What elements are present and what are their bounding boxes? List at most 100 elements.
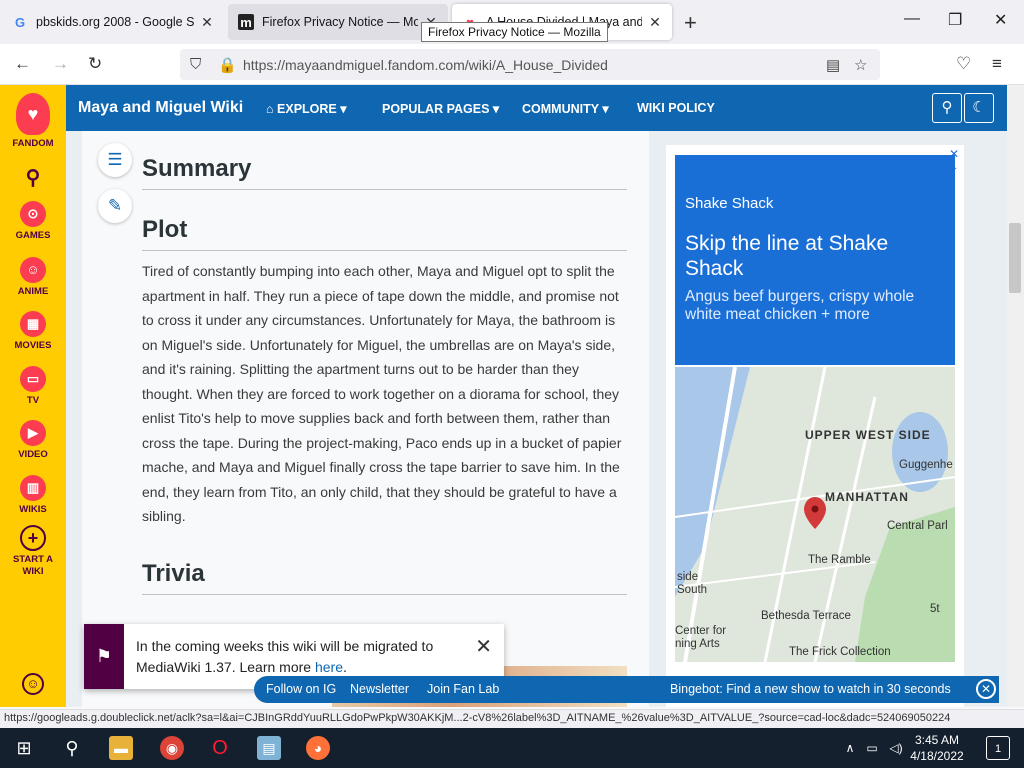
map-label: The Ramble [808, 554, 871, 566]
rail-label: TV [26, 395, 40, 406]
rail-label: MOVIES [14, 340, 52, 351]
bookmark-star-icon[interactable]: ☆ [854, 56, 867, 74]
chevron-down-icon: ▾ [602, 102, 609, 116]
tab-google-search[interactable]: G pbskids.org 2008 - Google Search ✕ [2, 4, 224, 40]
taskbar-clock[interactable]: 3:45 AM 4/18/2022 [905, 732, 969, 764]
tab-firefox-privacy[interactable]: m Firefox Privacy Notice — Mozilla ✕ [228, 4, 448, 40]
windows-start-icon[interactable]: ⊞ [12, 736, 36, 760]
minimize-button[interactable]: — [904, 10, 920, 28]
movies-icon: ▦ [20, 311, 46, 337]
reader-view-icon[interactable]: ▤ [826, 56, 840, 74]
ad-subtext: Angus beef burgers, crispy whole white m… [685, 288, 915, 323]
wiki-header: Maya and Miguel Wiki ⌂ EXPLORE ▾ POPULAR… [66, 85, 1007, 131]
rail-anime[interactable]: ☺ ANIME [0, 257, 66, 297]
shield-icon[interactable]: ⛉ [190, 56, 201, 73]
rail-search[interactable]: ⚲ [0, 165, 66, 194]
theme-toggle-button[interactable]: ☾ [964, 93, 994, 123]
menu-icon[interactable]: ≡ [992, 54, 1002, 74]
map-label: ning Arts [675, 638, 720, 650]
rail-games[interactable]: ⊙ GAMES [0, 201, 66, 241]
edit-button[interactable]: ✎ [98, 189, 132, 223]
rail-label: VIDEO [18, 449, 48, 460]
newsletter-link[interactable]: Newsletter [350, 682, 409, 696]
scrollbar-thumb[interactable] [1009, 223, 1021, 293]
fanbar-close-icon[interactable]: ✕ [976, 679, 996, 699]
rail-label: GAMES [15, 230, 51, 241]
nav-wiki-policy[interactable]: WIKI POLICY [637, 101, 715, 115]
address-bar[interactable]: ⛉ 🔒 https://mayaandmiguel.fandom.com/wik… [180, 49, 880, 80]
user-icon: ☺ [22, 673, 44, 695]
shake-shack-ad[interactable]: Shake Shack Skip the line at Shake Shack… [675, 155, 955, 365]
map-label: South [677, 584, 708, 596]
gamepad-icon: ⊙ [20, 201, 46, 227]
back-button[interactable]: ← [14, 54, 31, 74]
url-text[interactable]: https://mayaandmiguel.fandom.com/wiki/A_… [243, 57, 608, 73]
table-of-contents-button[interactable]: ☰ [98, 143, 132, 177]
join-fan-lab-link[interactable]: Join Fan Lab [427, 682, 499, 696]
map-label: UPPER WEST SIDE [805, 428, 931, 442]
rail-video[interactable]: ▶ VIDEO [0, 420, 66, 460]
pocket-icon[interactable]: ♡ [956, 54, 971, 74]
nav-label: WIKI POLICY [637, 101, 715, 115]
ad-headline: Skip the line at Shake Shack [685, 232, 889, 280]
network-icon[interactable]: ▭ [860, 736, 884, 760]
map-label: Bethesda Terrace [761, 610, 851, 622]
rail-tv[interactable]: ▭ TV [0, 366, 66, 406]
notification-count: 1 [994, 743, 1002, 755]
google-icon: G [14, 14, 26, 30]
rail-label: FANDOM [12, 138, 54, 149]
bingebot-link[interactable]: Bingebot: Find a new show to watch in 30… [670, 682, 951, 696]
plot-paragraph: Tired of constantly bumping into each ot… [142, 263, 622, 524]
map-label: The Frick Collection [789, 646, 891, 658]
firefox-icon[interactable]: ◕ [306, 736, 330, 760]
map-label: Guggenhe [899, 459, 953, 471]
map-label: 5t [930, 603, 940, 615]
app-icon[interactable]: ▤ [257, 736, 281, 760]
chrome-icon[interactable]: ◉ [160, 736, 184, 760]
heading-trivia: Trivia [142, 560, 627, 595]
rail-account[interactable]: ☺ [0, 673, 66, 698]
reload-button[interactable]: ↻ [88, 54, 102, 74]
rail-movies[interactable]: ▦ MOVIES [0, 311, 66, 351]
new-tab-button[interactable]: + [684, 10, 697, 36]
notification-center-icon[interactable]: 1 [986, 736, 1010, 760]
nav-explore[interactable]: ⌂ EXPLORE ▾ [266, 101, 347, 116]
anime-icon: ☺ [20, 257, 46, 283]
close-window-button[interactable]: ✕ [994, 10, 1007, 30]
follow-on-ig-link[interactable]: Follow on IG [266, 682, 336, 696]
map-label: Central Parl [887, 520, 948, 532]
search-button[interactable]: ⚲ [932, 93, 962, 123]
clock-time: 3:45 AM [914, 733, 960, 747]
rail-start-a-wiki[interactable]: + START A WIKI [0, 525, 66, 578]
flag-icon: ⚑ [84, 624, 124, 689]
tray-chevron-icon[interactable]: ∧ [838, 736, 862, 760]
page-scrollbar[interactable] [1007, 85, 1024, 707]
nav-community[interactable]: COMMUNITY ▾ [522, 101, 609, 116]
nav-popular-pages[interactable]: POPULAR PAGES ▾ [382, 101, 499, 116]
close-tab-icon[interactable]: ✕ [648, 14, 662, 31]
lock-icon[interactable]: 🔒 [218, 56, 237, 74]
banner-period: . [343, 659, 347, 675]
heading-plot: Plot [142, 216, 627, 251]
rail-label: START A WIKI [12, 554, 54, 577]
ad-map[interactable]: UPPER WEST SIDE MANHATTAN Guggenhe Centr… [675, 367, 955, 662]
forward-button[interactable]: → [52, 54, 69, 74]
pencil-icon: ✎ [107, 196, 123, 215]
map-label: side [677, 571, 699, 583]
banner-text: In the coming weeks this wiki will be mi… [136, 636, 466, 678]
chevron-down-icon: ▾ [492, 102, 500, 116]
file-explorer-icon[interactable]: ▬ [109, 736, 133, 760]
banner-close-icon[interactable]: ✕ [475, 634, 492, 659]
wikis-icon: ▥ [20, 475, 46, 501]
opera-icon[interactable]: O [208, 736, 232, 760]
tab-title: Firefox Privacy Notice — Mozilla [262, 15, 418, 29]
maximize-button[interactable]: ❐ [948, 10, 962, 30]
list-icon: ☰ [107, 150, 123, 169]
search-icon[interactable]: ⚲ [60, 736, 84, 760]
close-tab-icon[interactable]: ✕ [200, 14, 214, 31]
fandom-logo[interactable]: ♥ FANDOM [0, 93, 66, 149]
chevron-down-icon: ▾ [340, 102, 347, 116]
wiki-name[interactable]: Maya and Miguel Wiki [78, 99, 243, 117]
learn-more-link[interactable]: here [315, 659, 343, 675]
rail-wikis[interactable]: ▥ WIKIS [0, 475, 66, 515]
